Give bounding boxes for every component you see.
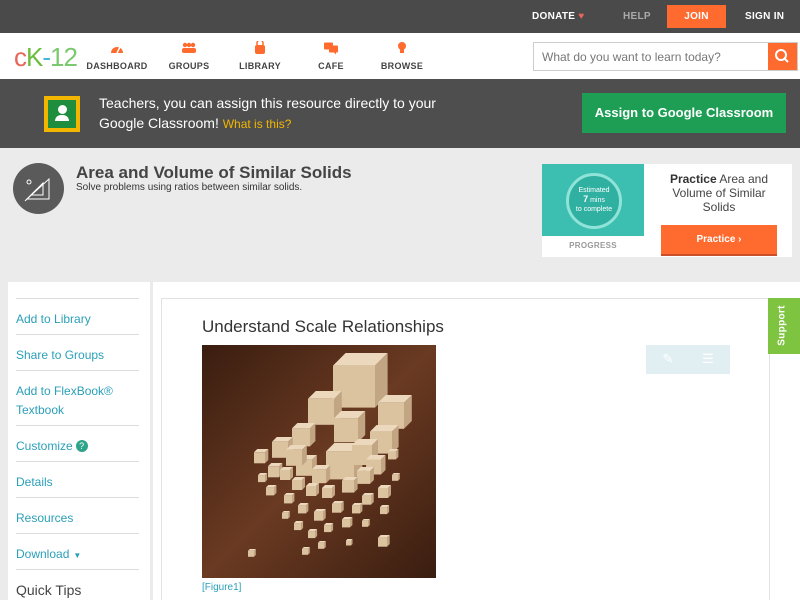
sign-in-link[interactable]: SIGN IN bbox=[745, 0, 784, 33]
add-to-flexbook-link[interactable]: Add to FlexBook® Textbook bbox=[16, 370, 139, 420]
nav-browse[interactable]: BROWSE bbox=[367, 41, 437, 71]
library-bag-icon bbox=[255, 41, 265, 54]
google-classroom-banner: Teachers, you can assign this resource d… bbox=[0, 79, 800, 148]
browse-bulb-icon bbox=[398, 42, 406, 53]
geometry-concept-icon bbox=[13, 163, 64, 214]
resource-sidebar: Add to Library Share to Groups Add to Fl… bbox=[8, 282, 150, 600]
pencil-icon[interactable]: ✎ bbox=[660, 351, 676, 367]
customize-link[interactable]: Customize? bbox=[16, 425, 139, 456]
donate-link[interactable]: DONATE ♥ bbox=[532, 0, 585, 33]
heart-icon: ♥ bbox=[578, 11, 585, 22]
practice-button[interactable]: Practice › bbox=[661, 225, 777, 254]
search-button[interactable] bbox=[768, 43, 797, 70]
search-box bbox=[533, 42, 798, 71]
caret-down-icon: ▼ bbox=[73, 551, 82, 560]
groups-people-icon bbox=[182, 42, 196, 53]
join-button[interactable]: JOIN bbox=[667, 5, 726, 28]
search-icon bbox=[775, 49, 789, 63]
main-nav: cK-12 DASHBOARD GROUPS LIBRARY CAFE BROW… bbox=[0, 33, 800, 79]
dashboard-gauge-icon bbox=[111, 46, 123, 54]
ck12-logo[interactable]: cK-12 bbox=[14, 42, 78, 73]
nav-dashboard[interactable]: DASHBOARD bbox=[82, 41, 152, 71]
google-classroom-logo-icon bbox=[44, 96, 80, 132]
quick-tips-heading: Quick Tips bbox=[16, 569, 139, 600]
help-link[interactable]: HELP bbox=[623, 0, 651, 33]
practice-card: Estimated 7 mins to complete PROGRESS Pr… bbox=[542, 164, 792, 257]
concept-title: Area and Volume of Similar Solids bbox=[76, 163, 352, 182]
details-link[interactable]: Details bbox=[16, 461, 139, 492]
classroom-message: Teachers, you can assign this resource d… bbox=[99, 95, 436, 131]
annotation-tools: ✎ ☰ bbox=[646, 345, 730, 374]
figure-caption-link[interactable]: [Figure1] bbox=[202, 582, 241, 593]
add-to-library-link[interactable]: Add to Library bbox=[16, 298, 139, 329]
cafe-chat-icon bbox=[324, 42, 338, 55]
nav-cafe[interactable]: CAFE bbox=[296, 41, 366, 71]
what-is-this-link[interactable]: What is this? bbox=[223, 117, 292, 131]
nav-groups[interactable]: GROUPS bbox=[154, 41, 224, 71]
chevron-right-icon: › bbox=[738, 234, 742, 245]
scaled-cubes-figure[interactable] bbox=[202, 345, 436, 578]
resources-link[interactable]: Resources bbox=[16, 497, 139, 528]
support-tab[interactable]: Support bbox=[768, 298, 800, 354]
notes-icon[interactable]: ☰ bbox=[700, 351, 716, 367]
section-title: Understand Scale Relationships bbox=[202, 317, 444, 336]
nav-library[interactable]: LIBRARY bbox=[225, 41, 295, 71]
share-to-groups-link[interactable]: Share to Groups bbox=[16, 334, 139, 365]
help-question-icon[interactable]: ? bbox=[75, 440, 88, 452]
practice-title: Practice Area and Volume of Similar Soli… bbox=[669, 172, 769, 214]
concept-subtitle: Solve problems using ratios between simi… bbox=[76, 182, 303, 193]
top-bar: DONATE ♥ HELP JOIN SIGN IN bbox=[0, 0, 800, 33]
estimated-time-badge: Estimated 7 mins to complete bbox=[566, 173, 622, 229]
assign-google-classroom-button[interactable]: Assign to Google Classroom bbox=[582, 93, 786, 133]
search-input[interactable] bbox=[534, 43, 770, 70]
download-dropdown[interactable]: Download ▼ bbox=[16, 533, 139, 565]
progress-label: PROGRESS bbox=[569, 241, 617, 250]
practice-progress-image: Estimated 7 mins to complete bbox=[542, 164, 644, 236]
